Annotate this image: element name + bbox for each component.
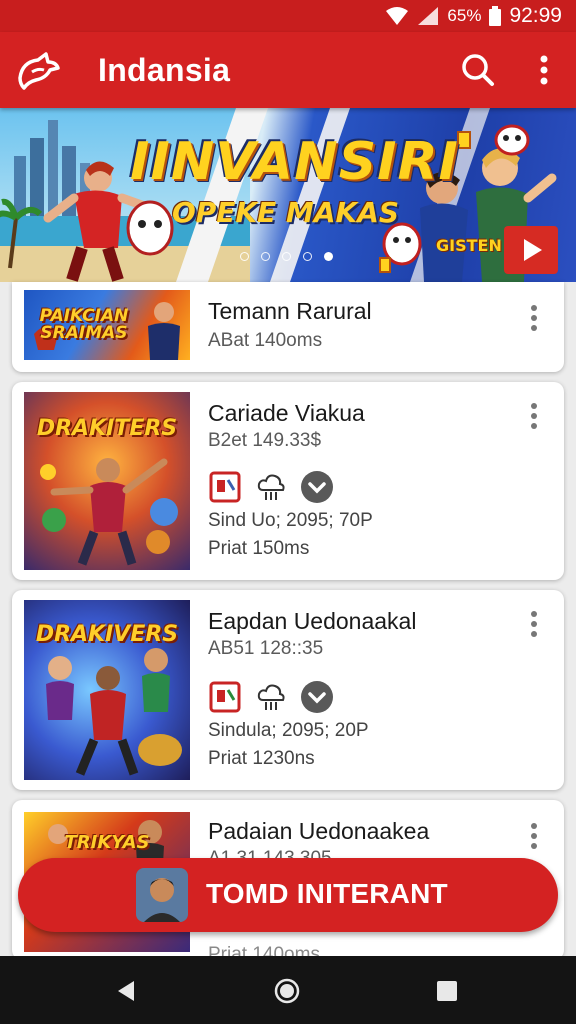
carousel-dot[interactable]: [303, 252, 312, 261]
clock: 92:99: [509, 4, 562, 27]
item-subtitle: ABat 140oms: [208, 330, 323, 351]
battery-icon: [489, 6, 502, 26]
calendar-icon[interactable]: [208, 470, 242, 504]
item-detail: Sind Uo; 2095; 70P: [208, 510, 373, 531]
item-title: Temann Rarural: [208, 298, 372, 324]
item-title: Padaian Uedonaakea: [208, 818, 430, 844]
search-icon[interactable]: [458, 50, 498, 90]
item-action-icons: [208, 680, 334, 714]
primary-action-label: TOMD INITERANT: [206, 878, 448, 909]
item-detail-secondary: Priat 1230ns: [208, 748, 315, 769]
app-title: Indansia: [98, 52, 231, 88]
primary-action-button[interactable]: TOMD INITERANT: [18, 858, 558, 932]
item-detail-secondary: Priat 150ms: [208, 538, 310, 559]
calendar-icon[interactable]: [208, 680, 242, 714]
signal-icon: [417, 6, 439, 26]
banner-headline: IINVANSIRI: [130, 132, 459, 192]
item-detail: Sindula; 2095; 20P: [208, 720, 369, 741]
avatar: [136, 868, 188, 922]
item-more-icon[interactable]: [522, 302, 546, 334]
banner-subheadline: OPEKE MAKAS: [172, 196, 400, 229]
thumbnail-title: TRIKYAS: [64, 832, 150, 853]
item-title: Cariade Viakua: [208, 400, 365, 426]
item-action-icons: [208, 470, 334, 504]
item-thumbnail: DRAKITERS: [24, 392, 190, 570]
carousel-dot[interactable]: [240, 252, 249, 261]
back-icon[interactable]: [114, 978, 140, 1004]
list-item[interactable]: PAIKCIAN SRAIMAS Temann Rarural ABat 140…: [12, 282, 564, 372]
chevron-down-icon[interactable]: [300, 680, 334, 714]
list-item[interactable]: DRAKIVERS Eapdan Uedonaakal AB51 128::35…: [12, 590, 564, 790]
play-icon[interactable]: [504, 226, 558, 274]
item-subtitle: B2et 149.33$: [208, 430, 322, 451]
promo-banner[interactable]: IINVANSIRI OPEKE MAKAS GISTEN: [0, 108, 576, 282]
item-thumbnail: DRAKIVERS: [24, 600, 190, 780]
cloud-icon[interactable]: [254, 680, 288, 714]
item-more-icon[interactable]: [522, 820, 546, 852]
carousel-dot[interactable]: [261, 252, 270, 261]
carousel-dot[interactable]: [282, 252, 291, 261]
item-more-icon[interactable]: [522, 608, 546, 640]
system-nav-bar: [0, 956, 576, 1024]
status-bar: 65% 92:99: [0, 0, 576, 32]
carousel-dot-active[interactable]: [324, 252, 333, 261]
banner-badge: GISTEN: [436, 236, 502, 255]
more-vert-icon[interactable]: [526, 50, 562, 90]
item-subtitle: AB51 128::35: [208, 638, 324, 659]
home-icon[interactable]: [274, 978, 300, 1004]
thumbnail-title: PAIKCIAN SRAIMAS: [39, 306, 129, 343]
thumbnail-title: DRAKITERS: [36, 416, 178, 441]
carousel-dots: [240, 252, 333, 261]
app-bar: Indansia: [0, 32, 576, 108]
thumbnail-title: DRAKIVERS: [35, 622, 179, 647]
item-more-icon[interactable]: [522, 400, 546, 432]
recents-icon[interactable]: [434, 978, 460, 1004]
item-thumbnail: PAIKCIAN SRAIMAS: [24, 290, 190, 360]
wifi-icon: [385, 6, 409, 26]
list-item[interactable]: DRAKITERS Cariade Viakua B2et 149.33$ Si…: [12, 382, 564, 580]
chevron-down-icon[interactable]: [300, 470, 334, 504]
fox-logo-icon[interactable]: [16, 48, 62, 92]
battery-percent: 65%: [447, 6, 482, 25]
cloud-icon[interactable]: [254, 470, 288, 504]
item-title: Eapdan Uedonaakal: [208, 608, 417, 634]
